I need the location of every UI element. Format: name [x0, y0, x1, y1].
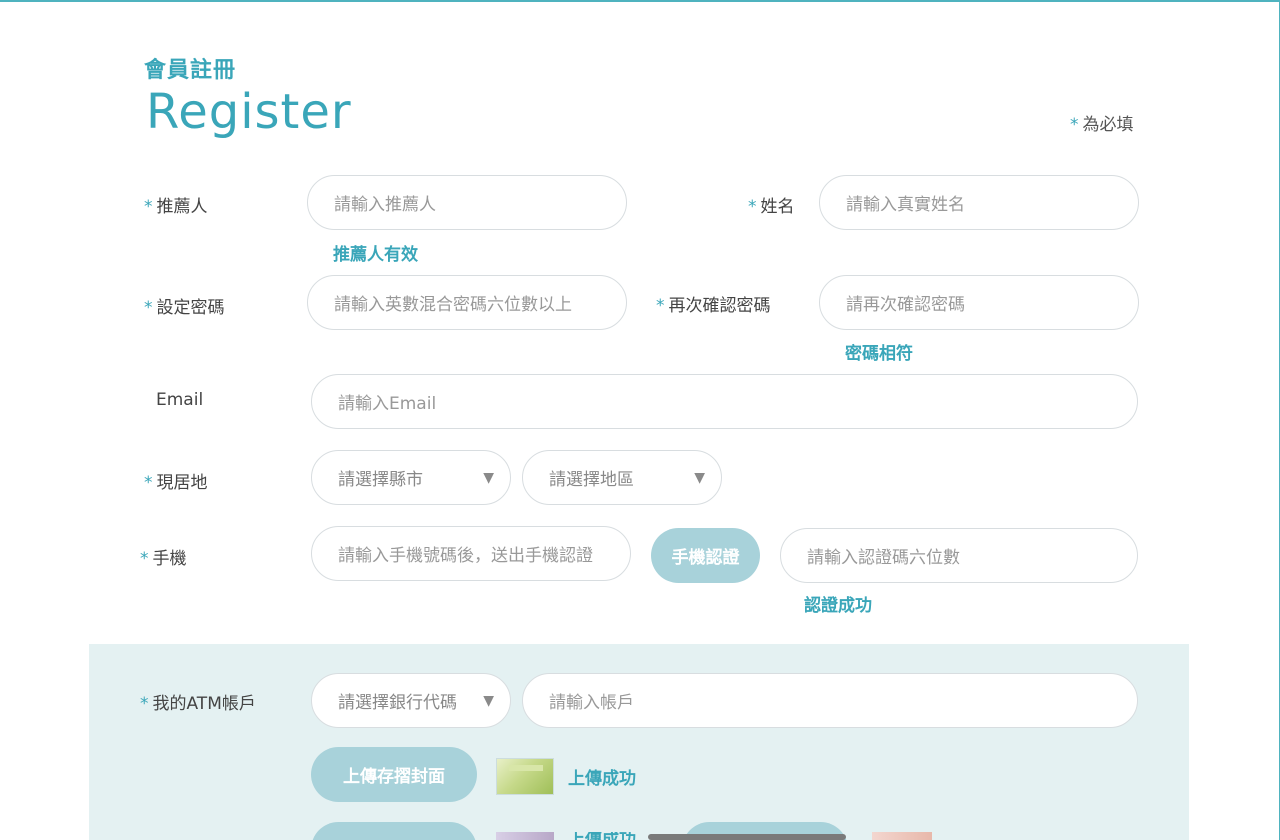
required-star: *: [144, 298, 153, 318]
phone-label-text: 手機: [152, 549, 187, 569]
password-confirm-label: * 再次確認密碼: [656, 291, 771, 316]
document-thumbnail: [872, 832, 932, 840]
id-card-thumbnail: [496, 832, 554, 840]
page-title-en: Register: [146, 84, 352, 140]
referrer-label: * 推薦人: [144, 192, 208, 217]
verification-code-input[interactable]: 請輸入認證碼六位數: [780, 528, 1138, 583]
location-label-text: 現居地: [156, 473, 208, 493]
upload-status-partial: 上傳成功: [568, 832, 636, 840]
required-star: *: [144, 197, 153, 217]
account-input[interactable]: 請輸入帳戶: [522, 673, 1138, 728]
required-star: *: [140, 549, 149, 569]
password-input[interactable]: 請輸入英數混合密碼六位數以上: [307, 275, 627, 330]
bank-code-select[interactable]: 請選擇銀行代碼 ▼: [311, 673, 511, 728]
passbook-thumbnail: [496, 758, 554, 795]
city-select-text: 請選擇縣市: [338, 470, 423, 490]
location-label: * 現居地: [144, 468, 208, 493]
referrer-status: 推薦人有效: [333, 245, 418, 265]
required-note: * 為必填: [1070, 110, 1134, 135]
required-star: *: [656, 296, 665, 316]
chevron-down-icon: ▼: [483, 693, 494, 709]
upload-button-partial[interactable]: [311, 822, 477, 840]
phone-verify-status: 認證成功: [804, 596, 872, 616]
atm-label-text: 我的ATM帳戶: [152, 694, 256, 714]
required-star: *: [144, 473, 153, 493]
password-confirm-input[interactable]: 請再次確認密碼: [819, 275, 1139, 330]
city-select[interactable]: 請選擇縣市 ▼: [311, 450, 511, 505]
name-label-text: 姓名: [760, 197, 795, 217]
bank-code-select-text: 請選擇銀行代碼: [338, 693, 457, 713]
referrer-label-text: 推薦人: [156, 197, 208, 217]
required-star: *: [1070, 115, 1079, 135]
referrer-input[interactable]: 請輸入推薦人: [307, 175, 627, 230]
district-select[interactable]: 請選擇地區 ▼: [522, 450, 722, 505]
required-star: *: [748, 197, 757, 217]
email-input[interactable]: 請輸入Email: [311, 374, 1138, 429]
horizontal-scrollbar[interactable]: [648, 834, 846, 840]
password-label-text: 設定密碼: [156, 298, 225, 318]
upload-status: 上傳成功: [568, 769, 636, 789]
password-label: * 設定密碼: [144, 293, 225, 318]
upload-passbook-button[interactable]: 上傳存摺封面: [311, 747, 477, 802]
name-label: * 姓名: [748, 192, 795, 217]
chevron-down-icon: ▼: [694, 470, 705, 486]
phone-input[interactable]: 請輸入手機號碼後，送出手機認證: [311, 526, 631, 581]
email-label: Email: [156, 390, 204, 410]
required-star: *: [140, 694, 149, 714]
page-title-zh: 會員註冊: [144, 58, 237, 83]
phone-verify-button[interactable]: 手機認證: [651, 528, 760, 583]
district-select-text: 請選擇地區: [549, 470, 634, 490]
name-input[interactable]: 請輸入真實姓名: [819, 175, 1139, 230]
phone-label: * 手機: [140, 544, 187, 569]
chevron-down-icon: ▼: [483, 470, 494, 486]
password-confirm-label-text: 再次確認密碼: [668, 296, 771, 316]
atm-label: * 我的ATM帳戶: [140, 689, 256, 714]
required-note-text: 為必填: [1082, 115, 1134, 135]
password-confirm-status: 密碼相符: [845, 344, 913, 364]
